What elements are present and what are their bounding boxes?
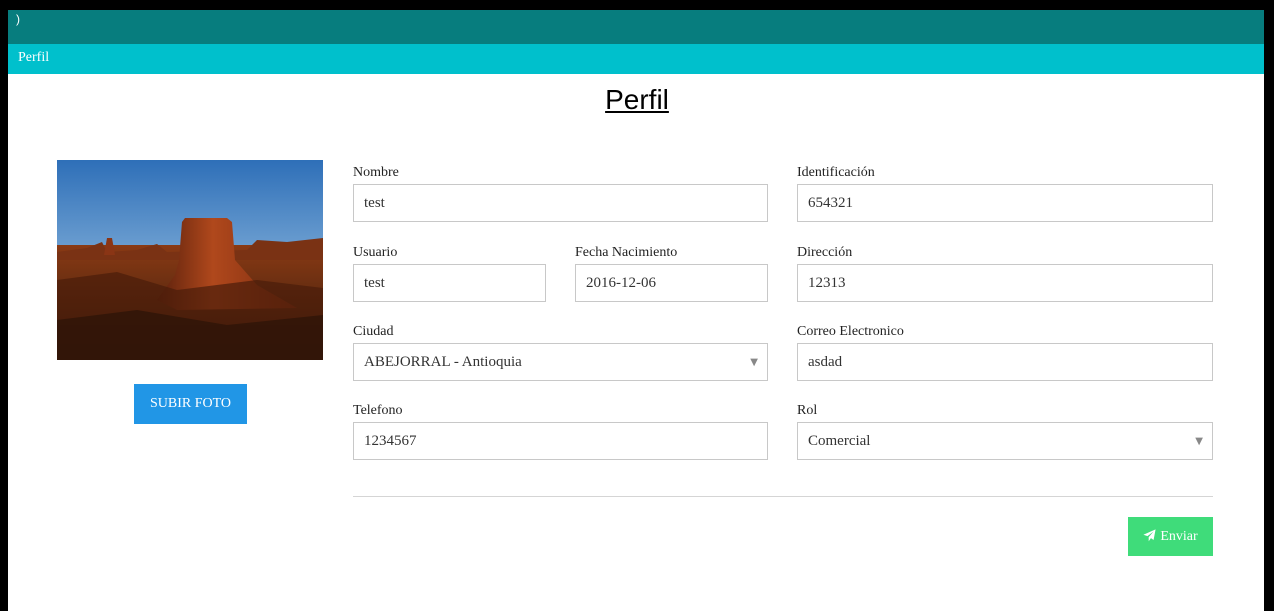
nombre-field[interactable] [353, 184, 768, 222]
send-button-label: Enviar [1160, 528, 1198, 544]
fecha-nacimiento-field[interactable] [575, 264, 768, 302]
rol-label: Rol [797, 403, 818, 418]
rol-selected-value[interactable]: Comercial [797, 422, 1213, 460]
caret-down-icon: ▼ [1195, 436, 1203, 447]
profile-photo-image [57, 160, 323, 360]
form-divider [353, 496, 1213, 497]
breadcrumb-bar: Perfil [8, 44, 1264, 74]
identificacion-field[interactable] [797, 184, 1213, 222]
nombre-label: Nombre [353, 165, 399, 180]
ciudad-label: Ciudad [353, 324, 394, 339]
upload-photo-button[interactable]: SUBIR FOTO [134, 384, 247, 424]
direccion-field[interactable] [797, 264, 1213, 302]
send-button[interactable]: Enviar [1128, 517, 1213, 556]
telefono-label: Telefono [353, 403, 403, 418]
rol-select[interactable]: Comercial ▼ [797, 422, 1213, 460]
profile-photo [57, 160, 323, 360]
identificacion-label: Identificación [797, 165, 875, 180]
direccion-label: Dirección [797, 245, 853, 260]
ciudad-selected-value[interactable]: ABEJORRAL - Antioquia [353, 343, 768, 381]
caret-down-icon: ▼ [750, 357, 758, 368]
ciudad-select[interactable]: ABEJORRAL - Antioquia ▼ [353, 343, 768, 381]
page-title: Perfil [605, 84, 669, 115]
correo-field[interactable] [797, 343, 1213, 381]
breadcrumb-perfil[interactable]: Perfil [18, 50, 49, 66]
usuario-label: Usuario [353, 245, 398, 260]
topbar-glyph: ) [16, 12, 20, 26]
fecha-nacimiento-label: Fecha Nacimiento [575, 245, 678, 260]
correo-label: Correo Electronico [797, 324, 904, 339]
usuario-field[interactable] [353, 264, 546, 302]
paper-plane-icon [1143, 528, 1156, 541]
top-bar: ) [8, 10, 1264, 44]
telefono-field[interactable] [353, 422, 768, 460]
